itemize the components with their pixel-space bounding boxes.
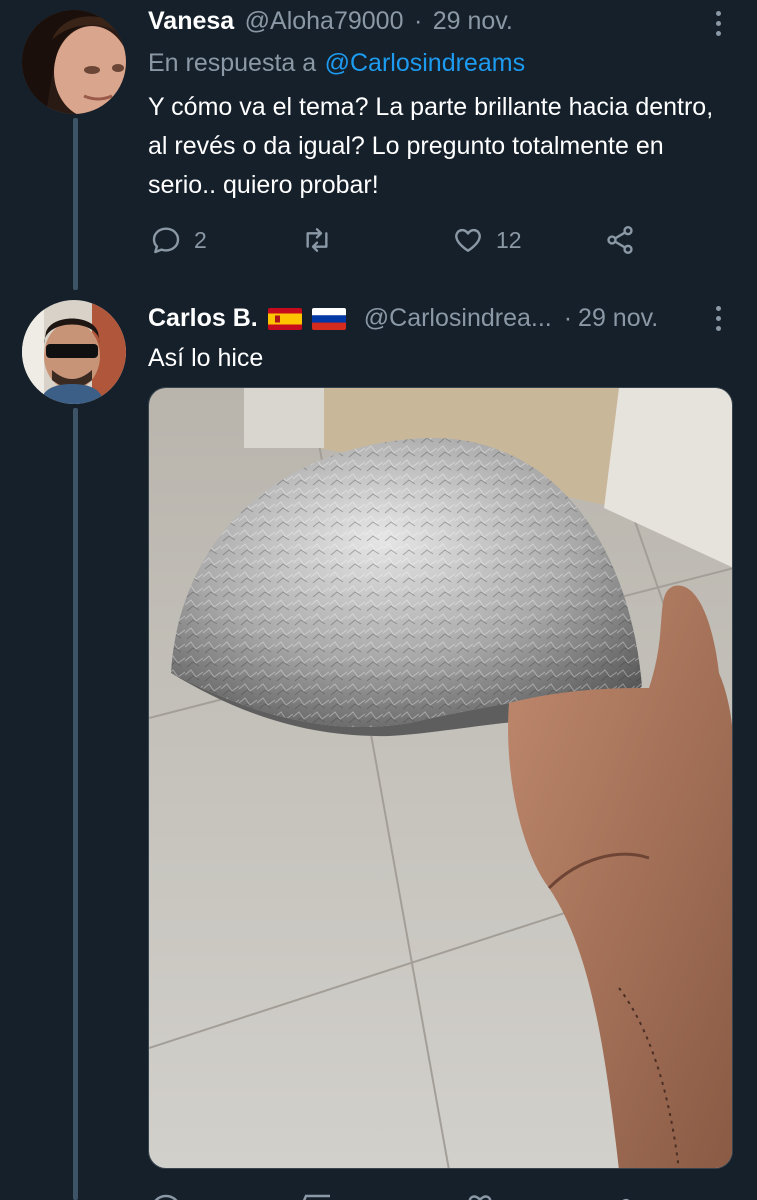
separator: · (413, 7, 423, 35)
tweet-header: Vanesa @Aloha79000 · 29 nov. (148, 7, 513, 36)
author-handle[interactable]: @Aloha79000 (245, 7, 404, 35)
tweet-text: Así lo hice (148, 344, 264, 372)
photo-tinfoil-hat-icon (149, 388, 732, 1168)
tweet-text: Y cómo va el tema? La parte brillante ha… (148, 93, 714, 199)
author-name[interactable]: Vanesa (148, 7, 234, 35)
reply-context: En respuesta a @Carlosindreams (148, 49, 525, 78)
action-row-cut (150, 1190, 640, 1200)
heart-icon (455, 228, 481, 252)
like-button[interactable]: 12 (452, 224, 522, 256)
more-options-icon[interactable] (713, 11, 723, 36)
reply-icon (152, 227, 180, 254)
reply-button[interactable]: 2 (150, 224, 207, 256)
retweet-button[interactable] (300, 224, 346, 256)
russia-flag-icon (311, 307, 346, 330)
tweet-photo[interactable] (148, 387, 733, 1169)
tweet-date[interactable]: 29 nov. (433, 7, 513, 35)
reply-count: 2 (194, 226, 207, 253)
spain-flag-icon (267, 307, 302, 330)
tweet-date[interactable]: 29 nov. (578, 304, 658, 333)
reply-prefix: En respuesta a (148, 49, 317, 77)
retweet-icon (306, 228, 328, 252)
avatar-vanesa[interactable] (22, 10, 126, 114)
author-handle[interactable]: @Carlosindrea... (364, 304, 552, 333)
share-icon (607, 226, 633, 254)
thread-line (73, 118, 78, 290)
thread-line (73, 408, 78, 1200)
reply-to-handle[interactable]: @Carlosindreams (325, 49, 525, 77)
tweet-header: Carlos B. @Carlosindrea... · 29 nov. (148, 304, 658, 333)
separator: · (563, 304, 573, 332)
author-name[interactable]: Carlos B. (148, 304, 258, 333)
avatar-carlos[interactable] (22, 300, 126, 404)
like-count: 12 (496, 226, 522, 253)
share-button[interactable] (604, 223, 636, 257)
more-options-icon[interactable] (713, 306, 723, 331)
